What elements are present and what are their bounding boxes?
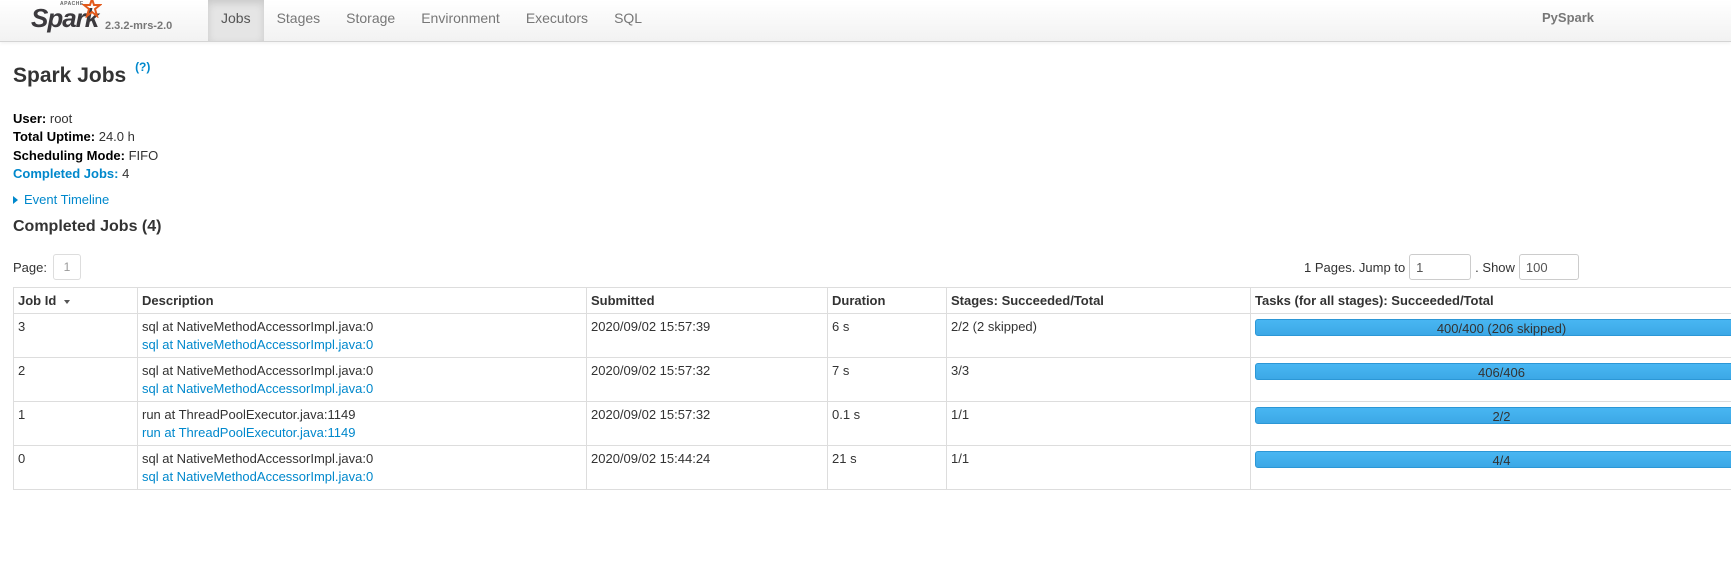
tab-jobs[interactable]: Jobs bbox=[208, 0, 264, 41]
pager-controls: 1 Pages. Jump to . Show bbox=[1304, 254, 1579, 280]
page-number-button[interactable]: 1 bbox=[52, 254, 81, 280]
app-name: PySpark bbox=[1542, 10, 1595, 25]
page-label: Page: bbox=[13, 259, 47, 275]
tasks-cell: 2/2 bbox=[1250, 401, 1731, 446]
duration-cell: 0.1 s bbox=[827, 401, 947, 446]
tasks-progress-bar: 2/2 bbox=[1255, 407, 1731, 424]
spark-logo[interactable]: APACHE Spark 2.3.2-mrs-2.0 bbox=[30, 0, 210, 41]
col-job-id[interactable]: Job Id bbox=[13, 287, 138, 314]
job-detail-link[interactable]: run at ThreadPoolExecutor.java:1149 bbox=[142, 425, 355, 440]
spark-star-icon bbox=[82, 0, 102, 18]
tasks-progress-bar: 406/406 bbox=[1255, 363, 1731, 380]
stages-cell: 1/1 bbox=[946, 445, 1251, 490]
sort-desc-icon bbox=[64, 299, 71, 304]
tab-stages[interactable]: Stages bbox=[264, 0, 334, 41]
event-timeline-label: Event Timeline bbox=[24, 192, 110, 207]
duration-cell: 7 s bbox=[827, 357, 947, 402]
description-cell: sql at NativeMethodAccessorImpl.java:0 sq… bbox=[137, 357, 587, 402]
description-cell: sql at NativeMethodAccessorImpl.java:0 sq… bbox=[137, 445, 587, 490]
tab-storage[interactable]: Storage bbox=[333, 0, 408, 41]
submitted-cell: 2020/09/02 15:57:32 bbox=[586, 401, 828, 446]
stages-cell: 1/1 bbox=[946, 401, 1251, 446]
tab-sql[interactable]: SQL bbox=[601, 0, 655, 41]
completed-jobs-table: Job Id Description Submitted Duration St… bbox=[13, 287, 1731, 490]
tasks-cell: 406/406 bbox=[1250, 357, 1731, 402]
job-id-cell: 2 bbox=[13, 357, 138, 402]
page-title-text: Spark Jobs bbox=[13, 64, 127, 87]
pager-top-left: Page: 1 bbox=[13, 254, 81, 280]
job-detail-link[interactable]: sql at NativeMethodAccessorImpl.java:0 bbox=[142, 381, 373, 396]
completed-jobs-link[interactable]: Completed Jobs: bbox=[13, 166, 118, 181]
table-row: 1 run at ThreadPoolExecutor.java:1149 run… bbox=[13, 401, 1731, 446]
table-header-row: Job Id Description Submitted Duration St… bbox=[13, 287, 1731, 314]
submitted-cell: 2020/09/02 15:57:32 bbox=[586, 357, 828, 402]
job-id-cell: 0 bbox=[13, 445, 138, 490]
duration-cell: 6 s bbox=[827, 313, 947, 358]
jobs-summary: User: root Total Uptime: 24.0 h Scheduli… bbox=[13, 110, 158, 183]
description-cell: sql at NativeMethodAccessorImpl.java:0 sq… bbox=[137, 313, 587, 358]
spark-version: 2.3.2-mrs-2.0 bbox=[105, 20, 173, 32]
job-detail-link[interactable]: sql at NativeMethodAccessorImpl.java:0 bbox=[142, 337, 373, 352]
job-detail-link[interactable]: sql at NativeMethodAccessorImpl.java:0 bbox=[142, 469, 373, 484]
job-id-cell: 1 bbox=[13, 401, 138, 446]
submitted-cell: 2020/09/02 15:44:24 bbox=[586, 445, 828, 490]
col-duration[interactable]: Duration bbox=[827, 287, 947, 314]
tasks-cell: 4/4 bbox=[1250, 445, 1731, 490]
jump-to-page-input[interactable] bbox=[1409, 254, 1472, 280]
table-row: 3 sql at NativeMethodAccessorImpl.java:0… bbox=[13, 313, 1731, 358]
event-timeline-toggle[interactable]: Event Timeline bbox=[13, 192, 109, 207]
show-label: . Show bbox=[1475, 259, 1515, 275]
stages-cell: 2/2 (2 skipped) bbox=[946, 313, 1251, 358]
description-cell: run at ThreadPoolExecutor.java:1149 run a… bbox=[137, 401, 587, 446]
duration-cell: 21 s bbox=[827, 445, 947, 490]
help-link[interactable]: (?) bbox=[135, 60, 150, 74]
table-row: 2 sql at NativeMethodAccessorImpl.java:0… bbox=[13, 357, 1731, 402]
col-tasks[interactable]: Tasks (for all stages): Succeeded/Total bbox=[1250, 287, 1731, 314]
job-id-cell: 3 bbox=[13, 313, 138, 358]
stages-cell: 3/3 bbox=[946, 357, 1251, 402]
summary-completed-jobs: Completed Jobs: 4 bbox=[13, 165, 130, 181]
nav-tabs: Jobs Stages Storage Environment Executor… bbox=[208, 0, 655, 41]
summary-user: User: root bbox=[13, 111, 73, 126]
tasks-cell: 400/400 (206 skipped) bbox=[1250, 313, 1731, 358]
summary-uptime: Total Uptime: 24.0 h bbox=[13, 129, 135, 145]
page-size-input[interactable] bbox=[1518, 254, 1579, 280]
submitted-cell: 2020/09/02 15:57:39 bbox=[586, 313, 828, 358]
col-submitted[interactable]: Submitted bbox=[586, 287, 828, 314]
tab-environment[interactable]: Environment bbox=[408, 0, 513, 41]
pages-text: 1 Pages. Jump to bbox=[1304, 259, 1406, 275]
col-description[interactable]: Description bbox=[137, 287, 587, 314]
summary-scheduling-mode: Scheduling Mode: FIFO bbox=[13, 147, 159, 163]
help-icon[interactable]: (?) bbox=[135, 60, 150, 74]
tasks-progress-bar: 400/400 (206 skipped) bbox=[1255, 319, 1731, 336]
navbar: APACHE Spark 2.3.2-mrs-2.0 Jobs Stages S… bbox=[0, 0, 1731, 42]
tasks-progress-bar: 4/4 bbox=[1255, 451, 1731, 468]
page-title: Spark Jobs (?) bbox=[13, 60, 150, 88]
completed-jobs-heading[interactable]: Completed Jobs (4) bbox=[13, 218, 161, 236]
tab-executors[interactable]: Executors bbox=[513, 0, 601, 41]
expand-arrow-icon bbox=[13, 195, 18, 204]
table-row: 0 sql at NativeMethodAccessorImpl.java:0… bbox=[13, 445, 1731, 490]
col-stages[interactable]: Stages: Succeeded/Total bbox=[946, 287, 1251, 314]
